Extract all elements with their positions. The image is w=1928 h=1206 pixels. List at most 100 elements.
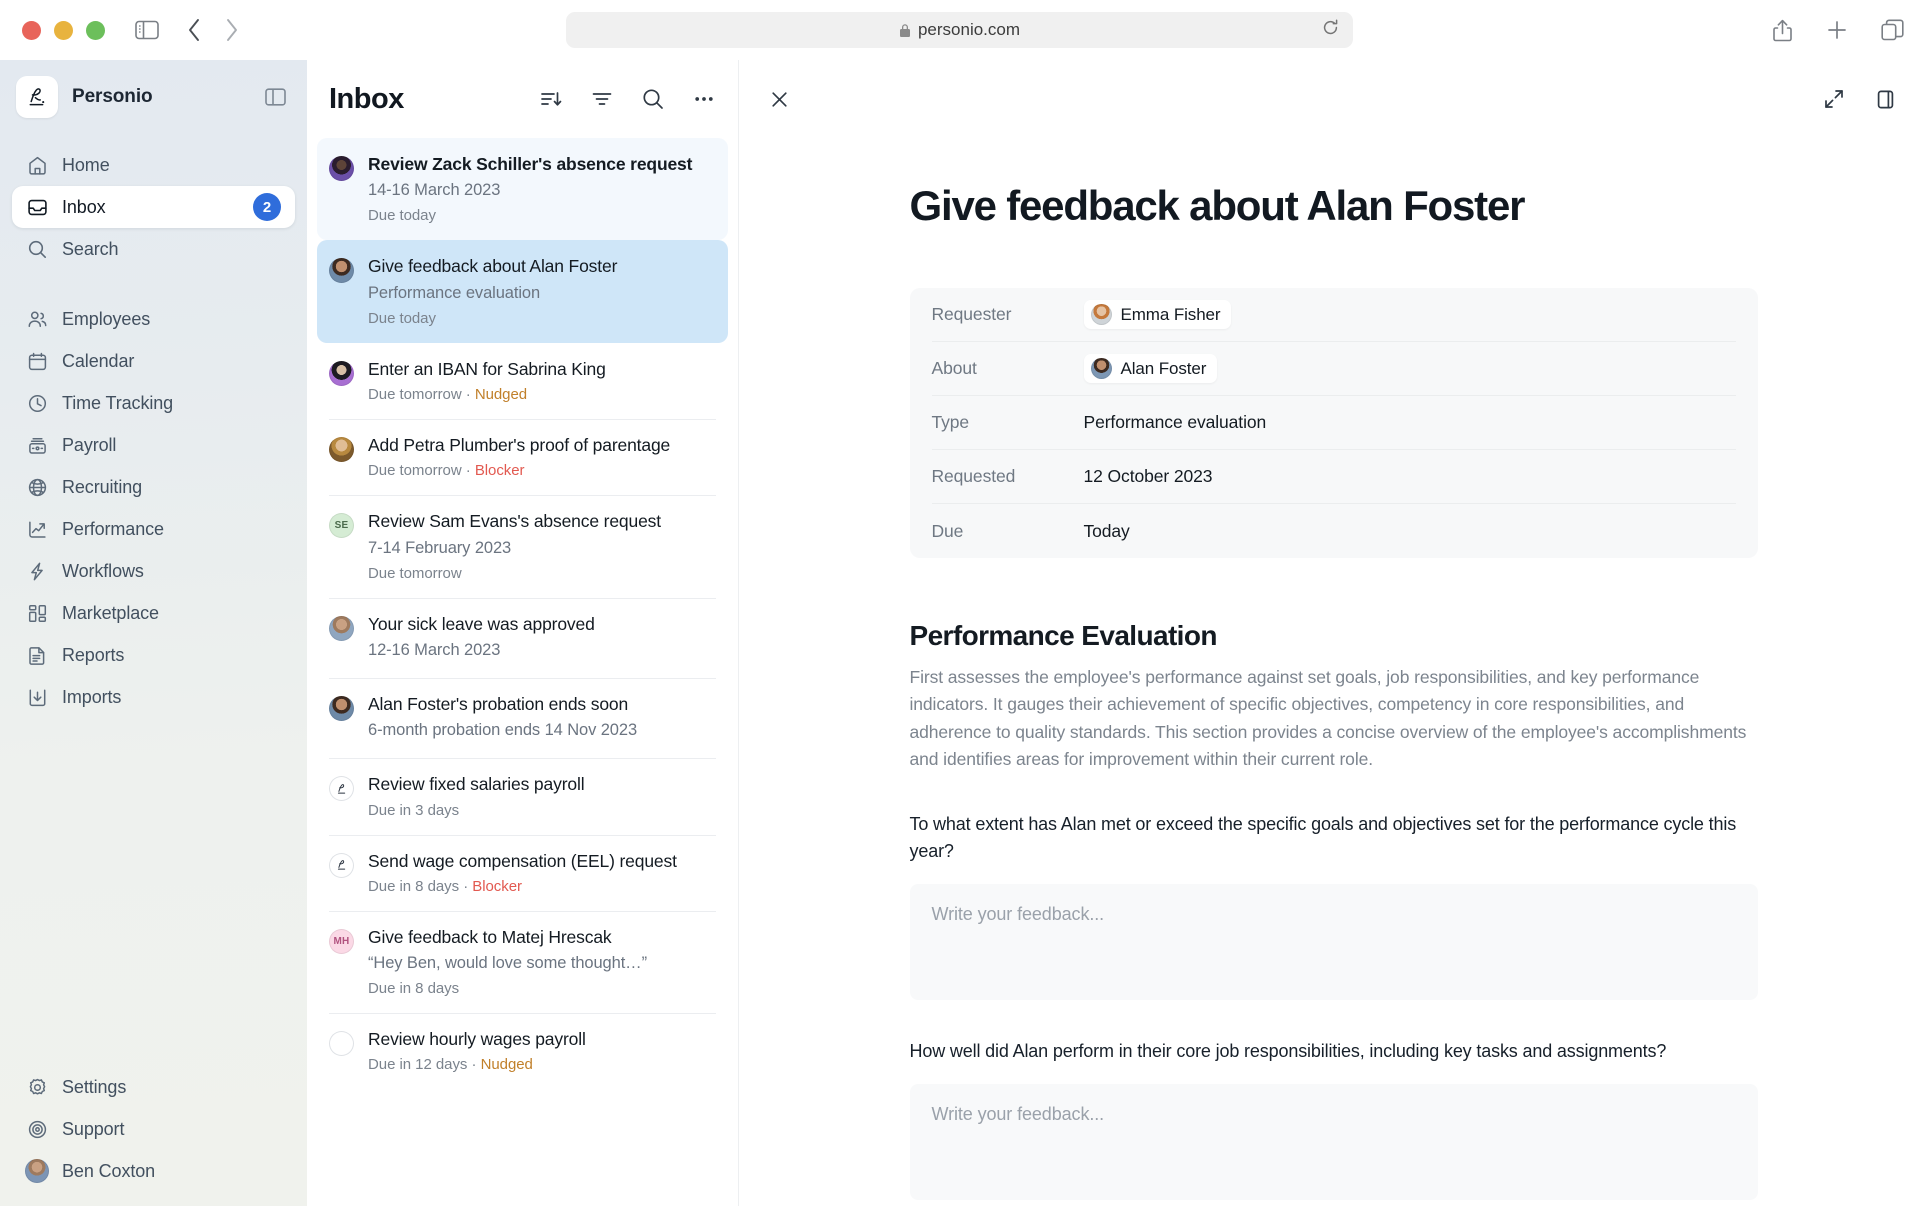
people-icon bbox=[26, 308, 48, 330]
inbox-list-header: Inbox bbox=[307, 60, 738, 138]
lock-icon bbox=[899, 23, 911, 38]
list-item[interactable]: Add Petra Plumber's proof of parentage D… bbox=[317, 418, 728, 495]
user-name: Ben Coxton bbox=[62, 1160, 156, 1181]
sidebar-item-workflows[interactable]: Workflows bbox=[12, 550, 295, 592]
address-bar[interactable]: personio.com bbox=[566, 12, 1353, 48]
share-icon[interactable] bbox=[1772, 19, 1793, 42]
minimize-window-button[interactable] bbox=[54, 20, 73, 40]
avatar bbox=[329, 615, 354, 641]
sidebar-item-reports[interactable]: Reports bbox=[12, 634, 295, 676]
inbox-list-scroll[interactable]: Review Zack Schiller's absence request 1… bbox=[307, 138, 738, 1206]
inbox-list-panel: Inbox Review Zack Schiller's absence req… bbox=[307, 60, 738, 1206]
window-traffic-lights[interactable] bbox=[22, 20, 105, 40]
list-item[interactable]: Give feedback about Alan Foster Performa… bbox=[317, 240, 728, 343]
feedback-input-1[interactable]: Write your feedback... bbox=[909, 883, 1758, 1000]
lifebuoy-icon bbox=[26, 1118, 48, 1140]
person-chip-about[interactable]: Alan Foster bbox=[1083, 354, 1218, 384]
status-badge: Blocker bbox=[472, 877, 522, 895]
list-item[interactable]: Review fixed salaries payroll Due in 3 d… bbox=[317, 758, 728, 834]
list-item-title: Give feedback about Alan Foster bbox=[368, 256, 618, 277]
question-text: How well did Alan perform in their core … bbox=[909, 1040, 1667, 1061]
sort-descending-icon[interactable] bbox=[539, 87, 563, 111]
sidebar-item-recruiting[interactable]: Recruiting bbox=[12, 466, 295, 508]
detail-scroll[interactable]: Give feedback about Alan Foster Requeste… bbox=[739, 138, 1928, 1206]
sidebar-item-label: Search bbox=[62, 238, 119, 259]
list-item[interactable]: Alan Foster's probation ends soon 6-mont… bbox=[317, 677, 728, 758]
sidebar-item-employees[interactable]: Employees bbox=[12, 298, 295, 340]
close-icon[interactable] bbox=[769, 89, 790, 110]
list-item[interactable]: Send wage compensation (EEL) request Due… bbox=[317, 834, 728, 911]
sidebar-collapse-icon[interactable] bbox=[265, 88, 291, 106]
due-text: Due tomorrow bbox=[368, 564, 462, 582]
section-title: Performance Evaluation bbox=[909, 620, 1218, 652]
avatar bbox=[1090, 358, 1112, 380]
sidebar-item-user-profile[interactable]: Ben Coxton bbox=[12, 1150, 295, 1192]
reload-icon[interactable] bbox=[1322, 19, 1339, 41]
list-item-meta: Due tomorrow · Nudged bbox=[368, 385, 528, 403]
tab-overview-icon[interactable] bbox=[1881, 19, 1904, 41]
maximize-window-button[interactable] bbox=[86, 20, 105, 40]
grid-squares-icon bbox=[26, 602, 48, 624]
close-window-button[interactable] bbox=[22, 20, 41, 40]
more-horizontal-icon[interactable] bbox=[692, 87, 716, 111]
lightning-icon bbox=[26, 560, 48, 582]
feedback-placeholder: Write your feedback... bbox=[931, 1103, 1105, 1124]
list-item[interactable]: MH Give feedback to Matej Hrescak “Hey B… bbox=[317, 910, 728, 1013]
sidebar-item-time-tracking[interactable]: Time Tracking bbox=[12, 382, 295, 424]
app-window: Personio Home Inbox 2 Search Employees C… bbox=[0, 60, 1928, 1206]
list-item[interactable]: Enter an IBAN for Sabrina King Due tomor… bbox=[317, 343, 728, 419]
list-item[interactable]: Review hourly wages payroll Due in 12 da… bbox=[317, 1013, 728, 1089]
clock-icon bbox=[26, 392, 48, 414]
avatar bbox=[329, 360, 354, 386]
search-icon[interactable] bbox=[641, 87, 665, 111]
sidebar-item-home[interactable]: Home bbox=[12, 144, 295, 186]
forward-icon[interactable] bbox=[225, 18, 239, 42]
sidebar-item-search[interactable]: Search bbox=[12, 228, 295, 270]
detail-panel: Give feedback about Alan Foster Requeste… bbox=[738, 60, 1928, 1206]
back-icon[interactable] bbox=[187, 18, 201, 42]
sidebar-item-label: Inbox bbox=[62, 196, 106, 217]
list-item-meta: Due today bbox=[368, 310, 716, 327]
due-text: Due in 12 days bbox=[368, 1056, 468, 1074]
side-panel-icon[interactable] bbox=[1875, 89, 1896, 110]
sidebar-item-settings[interactable]: Settings bbox=[12, 1066, 295, 1108]
sidebar-item-marketplace[interactable]: Marketplace bbox=[12, 592, 295, 634]
expand-diagonal-icon[interactable] bbox=[1823, 88, 1845, 110]
sidebar-item-payroll[interactable]: Payroll bbox=[12, 424, 295, 466]
avatar bbox=[329, 156, 354, 181]
meta-label: Requester bbox=[931, 304, 1012, 325]
sidebar-item-calendar[interactable]: Calendar bbox=[12, 340, 295, 382]
filter-icon[interactable] bbox=[590, 87, 614, 111]
sidebar-item-label: Employees bbox=[62, 308, 151, 329]
sidebar-item-label: Time Tracking bbox=[62, 392, 174, 413]
meta-value: Today bbox=[1083, 520, 1130, 541]
list-item[interactable]: Your sick leave was approved 12-16 March… bbox=[317, 597, 728, 678]
feedback-input-2[interactable]: Write your feedback... bbox=[909, 1083, 1758, 1200]
new-tab-icon[interactable] bbox=[1826, 19, 1848, 41]
sidebar-item-inbox[interactable]: Inbox 2 bbox=[12, 186, 295, 228]
brand-header: Personio bbox=[12, 60, 295, 134]
sidebar-item-imports[interactable]: Imports bbox=[12, 676, 295, 718]
list-item-meta: Due tomorrow bbox=[368, 565, 716, 582]
globe-icon bbox=[26, 476, 48, 498]
feedback-placeholder: Write your feedback... bbox=[931, 903, 1105, 924]
list-item-title: Review Sam Evans's absence request bbox=[368, 511, 661, 532]
table-row: Due Today bbox=[932, 504, 1736, 558]
list-item[interactable]: Review Zack Schiller's absence request 1… bbox=[317, 138, 728, 241]
status-badge: Blocker bbox=[474, 462, 525, 480]
address-bar-container[interactable]: personio.com bbox=[566, 12, 1353, 48]
list-item-title: Add Petra Plumber's proof of parentage bbox=[368, 434, 671, 455]
inbox-unread-badge: 2 bbox=[253, 193, 281, 221]
list-item-meta: Due in 3 days bbox=[368, 802, 716, 819]
sidebar-item-performance[interactable]: Performance bbox=[12, 508, 295, 550]
avatar bbox=[329, 258, 354, 284]
due-text: Due in 8 days bbox=[368, 877, 460, 895]
browser-sidebar-toggle-icon[interactable] bbox=[135, 20, 159, 40]
due-text: Due today bbox=[368, 207, 436, 225]
person-chip-requester[interactable]: Emma Fisher bbox=[1083, 300, 1232, 330]
list-item[interactable]: SE Review Sam Evans's absence request 7-… bbox=[317, 495, 728, 597]
due-text: Due tomorrow bbox=[368, 462, 462, 480]
page-title: Inbox bbox=[329, 82, 404, 115]
sidebar-item-label: Marketplace bbox=[62, 602, 159, 623]
sidebar-item-support[interactable]: Support bbox=[12, 1108, 295, 1150]
